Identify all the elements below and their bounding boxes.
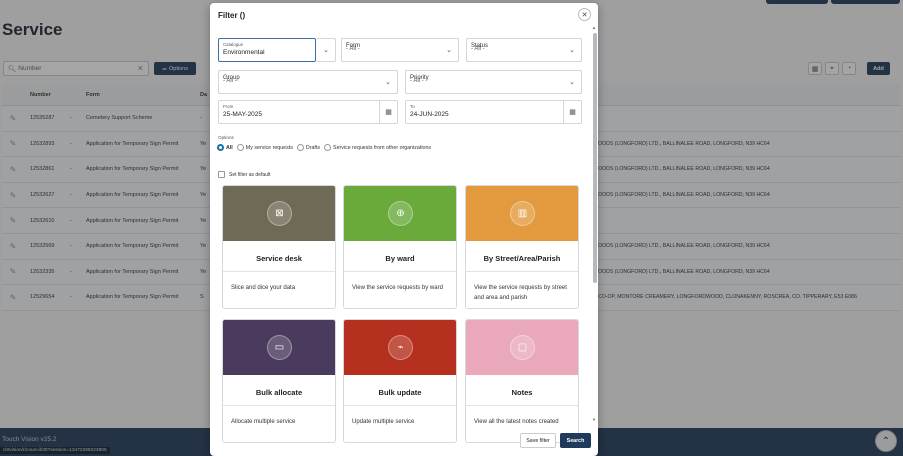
tile-title: By Street/Area/Parish bbox=[483, 254, 561, 263]
radio-icon bbox=[324, 144, 332, 151]
catalogue-label: Catalogue bbox=[223, 42, 244, 47]
scrollbar-thumb[interactable] bbox=[593, 33, 597, 283]
calendar-icon[interactable]: ▦ bbox=[563, 101, 581, 123]
dialog-title: Filter () bbox=[218, 11, 246, 20]
from-value: 25-MAY-2025 bbox=[223, 111, 263, 118]
tile-banner: ⊕ bbox=[344, 186, 456, 241]
options-label: Options bbox=[218, 135, 234, 140]
default-filter-checkbox[interactable]: Set filter as default bbox=[218, 171, 270, 178]
tile-card[interactable]: ▭ Bulk allocate Allocate multiple service bbox=[222, 319, 336, 443]
divider bbox=[344, 405, 456, 406]
radio-checked-icon bbox=[217, 144, 224, 151]
radio-icon bbox=[296, 144, 304, 151]
radio-drafts[interactable]: Drafts bbox=[296, 144, 321, 151]
tile-banner: ▥ bbox=[466, 186, 578, 241]
priority-value: - All - bbox=[410, 78, 424, 84]
tile-description: View the service requests by street and … bbox=[474, 285, 567, 301]
tile-card[interactable]: ⊕ By ward View the service requests by war… bbox=[343, 185, 457, 309]
note-icon: ▢ bbox=[510, 335, 535, 360]
radio-other-orgs[interactable]: Service requests from other organization… bbox=[324, 144, 431, 151]
checkbox-icon bbox=[218, 171, 225, 178]
chevron-down-icon: ⌄ bbox=[569, 79, 575, 86]
dialog-scrollbar[interactable]: ▲ ▼ bbox=[592, 25, 597, 422]
search-button[interactable]: Search bbox=[560, 433, 591, 448]
tile-banner: ▢ bbox=[466, 320, 578, 375]
tile-description: View all the latest notes created bbox=[474, 419, 559, 425]
divider bbox=[223, 271, 335, 272]
priority-select[interactable]: Priority - All - ⌄ bbox=[405, 70, 582, 94]
filter-dialog: Filter () ✕ Catalogue Environmental ⌄ Fo… bbox=[210, 3, 598, 456]
form-value: - All - bbox=[346, 46, 360, 52]
to-label: To bbox=[410, 104, 415, 109]
tile-description: View the service requests by ward bbox=[352, 285, 443, 291]
document-x-icon: ⊠ bbox=[267, 201, 292, 226]
tile-card[interactable]: ▢ Notes View all the latest notes created bbox=[465, 319, 579, 443]
layout-icon: ▭ bbox=[267, 335, 292, 360]
status-value: - All - bbox=[471, 46, 485, 52]
chevron-down-icon: ⌄ bbox=[323, 47, 329, 54]
chart-icon: ⌁ bbox=[388, 335, 413, 360]
tile-banner: ⊠ bbox=[223, 186, 335, 241]
tile-description: Update multiple service bbox=[352, 419, 415, 425]
catalogue-value: Environmental bbox=[223, 49, 265, 56]
radio-other-label: Service requests from other organization… bbox=[333, 144, 432, 151]
tile-title: By ward bbox=[385, 254, 415, 263]
tile-title: Bulk update bbox=[378, 388, 422, 397]
tile-card[interactable]: ▥ By Street/Area/Parish View the service r… bbox=[465, 185, 579, 309]
tile-title: Notes bbox=[511, 388, 533, 397]
tile-title: Service desk bbox=[256, 254, 302, 263]
default-filter-label: Set filter as default bbox=[229, 171, 271, 178]
tile-description: Slice and dice your data bbox=[231, 285, 296, 291]
divider bbox=[466, 271, 578, 272]
catalogue-dropdown[interactable]: ⌄ bbox=[316, 38, 336, 62]
radio-my-label: My service requests bbox=[245, 144, 293, 151]
tile-card[interactable]: ⊠ Service desk Slice and dice your data bbox=[222, 185, 336, 309]
group-select[interactable]: Group - All - ⌄ bbox=[218, 70, 398, 94]
tile-title: Bulk allocate bbox=[255, 388, 303, 397]
catalogue-select[interactable]: Catalogue Environmental bbox=[218, 38, 316, 62]
scroll-up-icon[interactable]: ▲ bbox=[592, 25, 596, 30]
scroll-down-icon[interactable]: ▼ bbox=[592, 417, 596, 422]
calendar-icon[interactable]: ▦ bbox=[379, 101, 397, 123]
map-icon: ▥ bbox=[510, 201, 535, 226]
save-filter-button[interactable]: Save filter bbox=[520, 433, 556, 448]
tile-description: Allocate multiple service bbox=[231, 419, 296, 425]
from-label: From bbox=[223, 104, 234, 109]
status-select[interactable]: Status - All - ⌄ bbox=[466, 38, 582, 62]
tile-card[interactable]: ⌁ Bulk update Update multiple service bbox=[343, 319, 457, 443]
divider bbox=[344, 271, 456, 272]
to-date-field[interactable]: To 24-JUN-2025 ▦ bbox=[405, 100, 582, 124]
globe-icon: ⊕ bbox=[388, 201, 413, 226]
radio-icon bbox=[236, 144, 244, 151]
radio-drafts-label: Drafts bbox=[305, 144, 321, 151]
radio-all[interactable]: All bbox=[217, 144, 233, 151]
radio-all-label: All bbox=[226, 144, 233, 151]
form-select[interactable]: Form - All - ⌄ bbox=[341, 38, 459, 62]
from-date-field[interactable]: From 25-MAY-2025 ▦ bbox=[218, 100, 398, 124]
to-value: 24-JUN-2025 bbox=[410, 111, 449, 118]
close-icon[interactable]: ✕ bbox=[578, 8, 591, 21]
chevron-down-icon: ⌄ bbox=[385, 79, 391, 86]
chevron-down-icon: ⌄ bbox=[446, 47, 452, 54]
chevron-down-icon: ⌄ bbox=[569, 47, 575, 54]
divider bbox=[466, 405, 578, 406]
tile-banner: ▭ bbox=[223, 320, 335, 375]
scope-radio-group: All My service requests Drafts Service r… bbox=[217, 144, 431, 151]
tile-banner: ⌁ bbox=[344, 320, 456, 375]
radio-my-requests[interactable]: My service requests bbox=[236, 144, 293, 151]
group-value: - All - bbox=[223, 78, 237, 84]
divider bbox=[223, 405, 335, 406]
